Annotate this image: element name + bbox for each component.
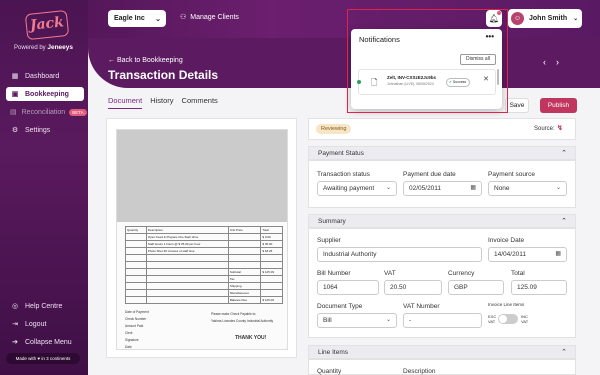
tab-bar: Document History Comments — [108, 96, 226, 109]
sidebar-item-dashboard[interactable]: ▦ Dashboard — [6, 69, 84, 83]
sidebar-item-logout[interactable]: ⇥ Logout — [6, 317, 84, 331]
chevron-up-icon: ⌃ — [561, 150, 567, 157]
chevron-up-icon: ⌃ — [561, 218, 567, 225]
source-label: Source: — [534, 126, 555, 132]
redacted-area — [117, 130, 287, 222]
sidebar-item-label: Dashboard — [25, 72, 60, 80]
logout-icon: ⇥ — [12, 321, 18, 328]
vat-field[interactable]: 20.50 — [384, 280, 442, 295]
grid-icon: ▦ — [11, 73, 19, 80]
chevron-down-icon: ⌄ — [573, 16, 579, 22]
payment-source-select[interactable]: None ⌄ — [488, 181, 567, 196]
section-summary[interactable]: Summary ⌃ — [308, 214, 576, 228]
scanned-invoice: Quantity Description Unit Price Total Op… — [116, 129, 288, 350]
collapse-icon: ➔ — [12, 339, 18, 346]
tab-history[interactable]: History — [150, 96, 173, 109]
logo: Jack — [24, 9, 70, 41]
highlight-box — [347, 9, 508, 113]
chevron-down-icon: ⌄ — [385, 185, 391, 191]
vat-number-field[interactable]: - — [403, 313, 482, 328]
avatar: ☺ — [511, 12, 524, 25]
help-icon: ◎ — [11, 303, 19, 310]
publish-button[interactable]: Publish — [540, 98, 577, 113]
section-payment-status[interactable]: Payment Status ⌃ — [308, 146, 576, 160]
document-type-select[interactable]: Bill ⌄ — [317, 313, 397, 328]
chevron-down-icon: ⌄ — [555, 185, 561, 191]
section-line-items[interactable]: Line Items ⌃ — [308, 345, 576, 359]
page-title: Transaction Details — [108, 68, 219, 82]
vat-toggle[interactable] — [498, 314, 518, 324]
invoice-line-items-label: Invoice Line Items — [488, 302, 525, 307]
sidebar-item-label: Reconciliation — [21, 108, 66, 116]
company-selector[interactable]: Eagle Inc ⌄ — [108, 10, 166, 27]
chevron-left-icon[interactable]: ‹ — [543, 57, 556, 67]
record-navigation: ‹› — [543, 57, 569, 67]
source-logo-icon: ↯ — [557, 125, 563, 132]
line-items-body — [308, 359, 576, 375]
payment-due-date-field[interactable]: 02/05/2011 ▦ — [403, 181, 482, 196]
user-name: John Smith — [529, 15, 568, 22]
calendar-icon: ▦ — [470, 185, 476, 191]
book-icon: ▣ — [11, 91, 19, 98]
sidebar-item-label: Collapse Menu — [25, 338, 72, 346]
invoice-date-field[interactable]: 14/04/2011 ▦ — [488, 247, 567, 262]
chevron-down-icon: ⌄ — [385, 317, 391, 323]
back-link[interactable]: ← Back to Bookkeeping — [108, 57, 183, 64]
calendar-icon: ▦ — [555, 251, 561, 257]
toggle-exc-vat-label: EXC VAT — [488, 314, 497, 324]
made-with-badge: Made with ♥ in 3 continents — [6, 353, 80, 364]
sidebar-item-reconciliation[interactable]: ▤ Reconciliation BETA — [6, 105, 87, 119]
chevron-up-icon: ⌃ — [561, 349, 567, 356]
beta-badge: BETA — [69, 108, 87, 116]
toggle-inc-vat-label: INC VAT — [521, 314, 529, 324]
sidebar-item-settings[interactable]: ⚙ Settings — [6, 123, 84, 137]
sidebar-item-collapse-menu[interactable]: ➔ Collapse Menu — [6, 335, 84, 349]
total-field[interactable]: 125.09 — [511, 280, 567, 295]
chevron-down-icon: ⌄ — [155, 15, 161, 23]
chevron-right-icon[interactable]: › — [556, 57, 569, 67]
status-badge: Reviewing — [316, 124, 352, 134]
currency-field[interactable]: GBP — [448, 280, 504, 295]
user-menu[interactable]: ☺ John Smith ⌄ — [508, 9, 582, 28]
sidebar-item-label: Logout — [25, 320, 47, 328]
tab-document[interactable]: Document — [108, 96, 143, 109]
supplier-field[interactable]: Industrial Authority — [317, 247, 482, 262]
save-button[interactable]: Save — [505, 98, 529, 113]
sidebar-item-bookkeeping[interactable]: ▣ Bookkeeping — [6, 87, 84, 101]
bill-number-field[interactable]: 1064 — [317, 280, 379, 295]
invoice-table: Quantity Description Unit Price Total Op… — [125, 226, 283, 304]
reconcile-icon: ▤ — [10, 109, 17, 116]
clients-icon: ⚇ — [180, 14, 187, 21]
gear-icon: ⚙ — [11, 127, 19, 134]
sidebar-item-help-centre[interactable]: ◎ Help Centre — [6, 299, 84, 313]
powered-by: Powered by Jeneeys — [14, 44, 74, 51]
sidebar-item-label: Bookkeeping — [25, 90, 69, 98]
company-name: Eagle Inc — [114, 15, 145, 22]
sidebar-item-label: Settings — [25, 126, 51, 134]
manage-clients-link[interactable]: ⚇ Manage Clients — [180, 13, 239, 22]
transaction-status-select[interactable]: Awaiting payment ⌄ — [317, 181, 397, 196]
sidebar-item-label: Help Centre — [25, 302, 63, 310]
tab-comments[interactable]: Comments — [182, 96, 218, 109]
